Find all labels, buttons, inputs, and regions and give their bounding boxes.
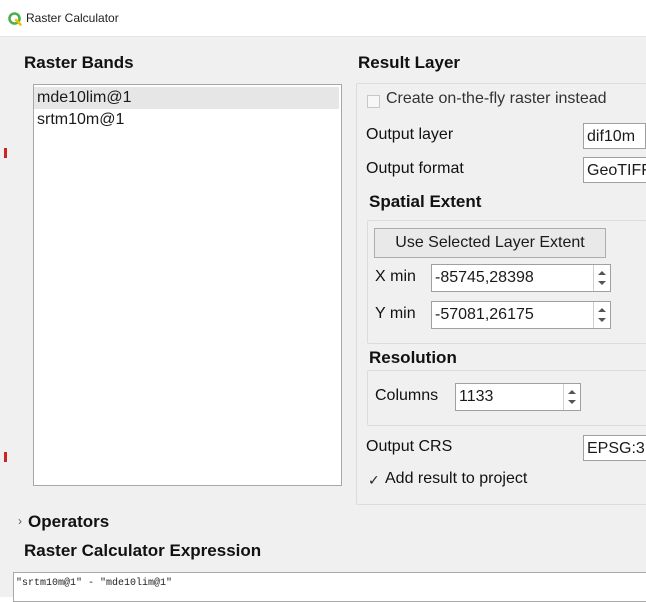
spin-up-icon[interactable] [598, 271, 606, 275]
edge-marker [4, 148, 7, 158]
add-result-label[interactable]: Add result to project [385, 470, 527, 488]
ymin-label: Y min [375, 305, 416, 322]
resolution-heading: Resolution [369, 348, 457, 367]
columns-spinbox[interactable]: 1133 [455, 383, 581, 411]
raster-bands-list[interactable]: mde10lim@1 srtm10m@1 [33, 84, 342, 486]
columns-label: Columns [375, 387, 439, 404]
expression-text[interactable]: "srtm10m@1" - "mde10lim@1" [16, 578, 172, 589]
spin-down-icon[interactable] [598, 281, 606, 285]
qgis-logo-icon [8, 12, 22, 26]
spin-down-icon[interactable] [568, 400, 576, 404]
spatial-extent-heading: Spatial Extent [369, 192, 482, 211]
xmin-label: X min [375, 268, 416, 285]
output-crs-selector[interactable]: EPSG:3 [583, 435, 646, 461]
columns-value: 1133 [459, 388, 494, 405]
xmin-value: -85745,28398 [435, 269, 534, 286]
result-layer-heading: Result Layer [358, 53, 461, 72]
output-format-label: Output format [366, 160, 464, 177]
output-format-select[interactable]: GeoTIFF [583, 157, 646, 183]
expression-heading: Raster Calculator Expression [24, 541, 262, 560]
use-selected-layer-extent-button[interactable]: Use Selected Layer Extent [374, 228, 606, 258]
ymin-spin-arrows[interactable] [593, 302, 610, 328]
on-the-fly-checkbox[interactable] [367, 95, 380, 108]
chevron-right-icon[interactable]: › [18, 514, 22, 528]
spin-up-icon[interactable] [568, 390, 576, 394]
xmin-spinbox[interactable]: -85745,28398 [431, 264, 611, 292]
ymin-value: -57081,26175 [435, 306, 534, 323]
ymin-spinbox[interactable]: -57081,26175 [431, 301, 611, 329]
band-item-srtm10m[interactable]: srtm10m@1 [34, 109, 339, 131]
raster-bands-heading: Raster Bands [24, 53, 134, 72]
edge-marker [4, 452, 7, 462]
on-the-fly-label[interactable]: Create on-the-fly raster instead [386, 90, 607, 108]
window-title: Raster Calculator [26, 11, 119, 25]
add-result-checkbox[interactable]: ✓ [368, 473, 380, 487]
output-layer-field[interactable]: dif10m [583, 123, 646, 149]
output-crs-label: Output CRS [366, 438, 453, 455]
band-item-mde10lim[interactable]: mde10lim@1 [34, 87, 339, 109]
output-layer-label: Output layer [366, 126, 454, 143]
spin-up-icon[interactable] [598, 308, 606, 312]
xmin-spin-arrows[interactable] [593, 265, 610, 291]
operators-toggle[interactable]: Operators [28, 512, 109, 532]
spin-down-icon[interactable] [598, 318, 606, 322]
columns-spin-arrows[interactable] [563, 384, 580, 410]
